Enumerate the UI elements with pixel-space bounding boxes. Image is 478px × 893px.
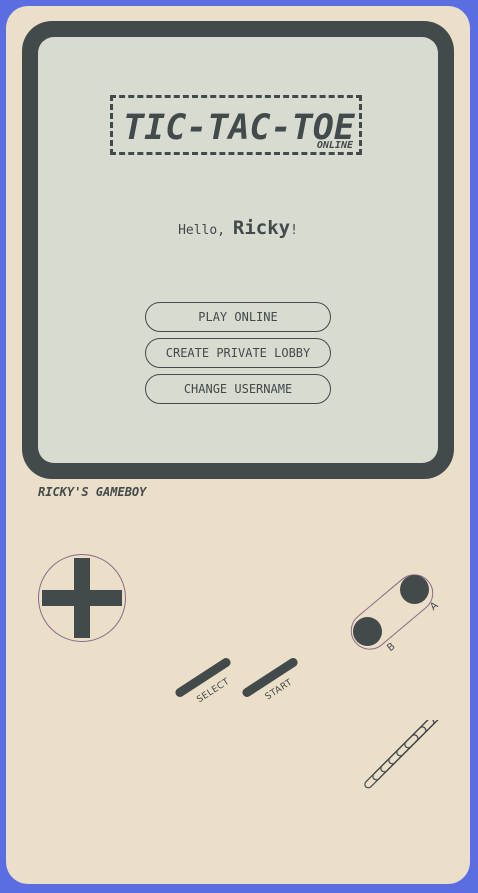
app-logo: TIC-TAC-TOE ONLINE [110,95,362,155]
a-button-label: A [428,600,441,613]
speaker-grille-icon [364,720,458,789]
greeting-suffix: ! [290,223,298,238]
a-button[interactable] [400,575,429,604]
change-username-button[interactable]: CHANGE USERNAME [145,374,331,404]
gameboy-console: TIC-TAC-TOE ONLINE Hello, Ricky! PLAY ON… [6,6,470,884]
game-screen: TIC-TAC-TOE ONLINE Hello, Ricky! PLAY ON… [38,37,438,463]
dpad-horizontal[interactable] [42,590,122,606]
username: Ricky [232,217,291,239]
greeting-prefix: Hello, [178,223,233,238]
b-button[interactable] [353,617,382,646]
screen-bezel: TIC-TAC-TOE ONLINE Hello, Ricky! PLAY ON… [22,21,454,479]
greeting: Hello, Ricky! [38,217,438,239]
b-button-label: B [385,641,398,654]
logo-subtitle: ONLINE [316,140,353,151]
console-brand: RICKY'S GAMEBOY [38,485,147,499]
play-online-button[interactable]: PLAY ONLINE [145,302,331,332]
ab-buttons: A B [343,565,441,658]
dpad-icon[interactable] [38,554,126,642]
create-private-lobby-button[interactable]: CREATE PRIVATE LOBBY [145,338,331,368]
